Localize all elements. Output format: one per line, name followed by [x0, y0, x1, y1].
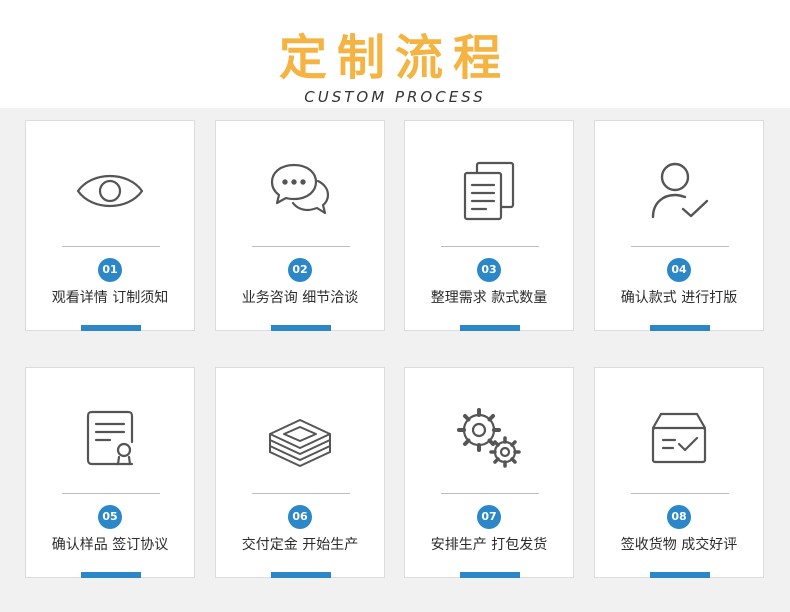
step-number-badge: 02	[288, 258, 312, 282]
step-accent-bar	[650, 325, 710, 331]
certificate-icon	[86, 410, 134, 466]
step-card-08: 08 签收货物 成交好评	[594, 367, 764, 578]
documents-icon	[463, 161, 515, 221]
money-stack-icon	[269, 419, 331, 467]
step-card-04: 04 确认款式 进行打版	[594, 120, 764, 331]
step-number-badge: 01	[98, 258, 122, 282]
step-number-badge: 08	[667, 505, 691, 529]
step-number-badge: 06	[288, 505, 312, 529]
gears-icon	[457, 408, 521, 468]
step-number-badge: 03	[477, 258, 501, 282]
chat-bubbles-icon	[270, 163, 330, 215]
step-card-01: 01 观看详情 订制须知	[25, 120, 195, 331]
step-card-06: 06 交付定金 开始生产	[215, 367, 385, 578]
eye-icon	[76, 174, 144, 208]
step-accent-bar	[460, 572, 520, 578]
page-subtitle: CUSTOM PROCESS	[304, 88, 486, 106]
step-accent-bar	[271, 572, 331, 578]
step-accent-bar	[81, 325, 141, 331]
step-accent-bar	[81, 572, 141, 578]
step-accent-bar	[271, 325, 331, 331]
step-divider	[62, 493, 160, 494]
step-accent-bar	[650, 572, 710, 578]
step-card-02: 02 业务咨询 细节洽谈	[215, 120, 385, 331]
step-divider	[441, 246, 539, 247]
step-label: 确认款式 进行打版	[620, 290, 738, 306]
page-title: 定制流程	[278, 30, 511, 86]
step-divider	[631, 246, 729, 247]
page-header: 定制流程 CUSTOM PROCESS	[0, 0, 790, 108]
step-label: 安排生产 打包发货	[430, 537, 548, 553]
step-number-badge: 04	[667, 258, 691, 282]
process-panel: 01 观看详情 订制须知 02 业务咨询 细节洽谈 03 整理需求 款式数量 0…	[0, 108, 790, 612]
step-label: 确认样品 签订协议	[51, 537, 169, 553]
step-divider	[252, 246, 350, 247]
step-number-badge: 05	[98, 505, 122, 529]
step-label: 交付定金 开始生产	[241, 537, 359, 553]
step-card-07: 07 安排生产 打包发货	[404, 367, 574, 578]
step-accent-bar	[460, 325, 520, 331]
step-card-05: 05 确认样品 签订协议	[25, 367, 195, 578]
step-divider	[631, 493, 729, 494]
step-label: 观看详情 订制须知	[51, 290, 169, 306]
step-divider	[441, 493, 539, 494]
step-label: 签收货物 成交好评	[620, 537, 738, 553]
user-check-icon	[651, 162, 709, 219]
step-number-badge: 07	[477, 505, 501, 529]
step-card-03: 03 整理需求 款式数量	[404, 120, 574, 331]
step-label: 整理需求 款式数量	[430, 290, 548, 306]
inbox-check-icon	[651, 412, 707, 464]
step-divider	[252, 493, 350, 494]
step-divider	[62, 246, 160, 247]
step-label: 业务咨询 细节洽谈	[241, 290, 359, 306]
